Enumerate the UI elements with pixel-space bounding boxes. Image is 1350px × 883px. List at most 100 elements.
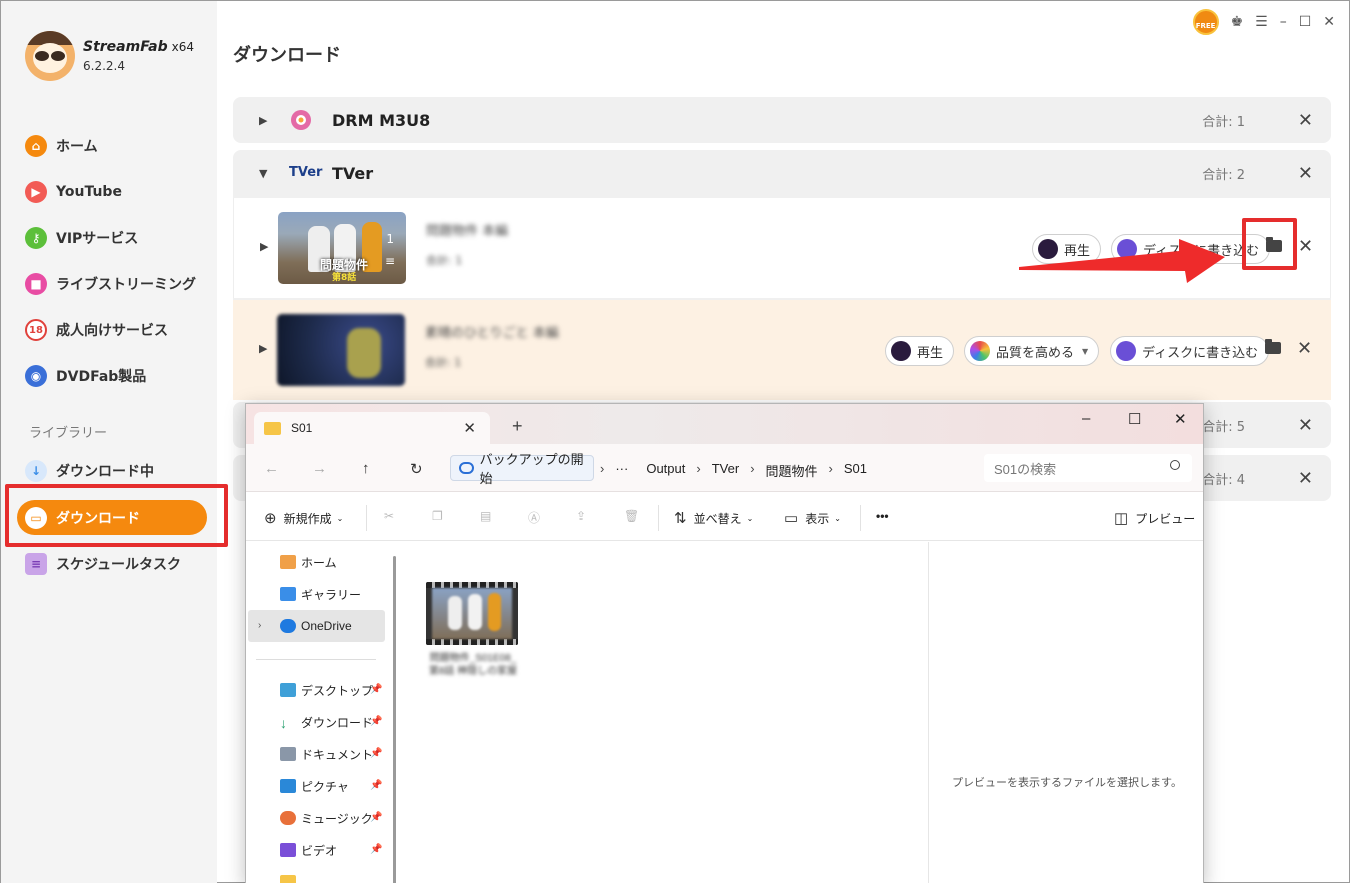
sidebar-item-adult[interactable]: 18 成人向けサービス <box>25 316 168 344</box>
backup-button[interactable]: バックアップの開始 <box>450 452 594 486</box>
search-input[interactable]: S01の検索 <box>984 454 1192 482</box>
remove-item-icon[interactable]: ✕ <box>1298 236 1313 257</box>
breadcrumb-item[interactable]: TVer <box>712 461 739 480</box>
menu-icon[interactable]: ☰ <box>1255 14 1268 30</box>
address-bar: ← → ↑ ↻ バックアップの開始 › ··· Output › TVer › … <box>246 444 1203 492</box>
nav-item-videos[interactable]: ビデオ <box>280 838 337 862</box>
view-icon: ▭ <box>784 510 799 527</box>
refresh-icon[interactable]: ↻ <box>410 460 423 478</box>
more-options-button[interactable]: ••• <box>876 509 889 523</box>
new-tab-icon[interactable]: + <box>512 416 523 437</box>
expand-triangle-icon[interactable]: ▶ <box>259 342 267 355</box>
sidebar-item-label: ライブストリーミング <box>56 277 196 293</box>
download-icon: ↓ <box>280 715 287 731</box>
download-group-drm-m3u8[interactable]: ▶ DRM M3U8 合計: 1 ✕ <box>233 97 1331 143</box>
chevron-down-icon: ⌄ <box>336 513 344 523</box>
play-button[interactable]: 再生 <box>885 336 955 366</box>
explorer-tab[interactable]: S01 ✕ <box>254 412 490 444</box>
skin-icon[interactable]: ♚ <box>1231 14 1244 30</box>
free-gift-icon[interactable]: FREE <box>1192 9 1219 35</box>
burn-disc-button[interactable]: ディスクに書き込む <box>1110 336 1270 366</box>
nav-item-pictures[interactable]: ピクチャ <box>280 774 349 798</box>
episode-count: 1 <box>386 232 394 246</box>
breadcrumb-overflow[interactable]: ··· <box>615 461 628 480</box>
file-name[interactable]: 問題物件_S01E08_第8話 神隠しの家屋 <box>427 652 519 678</box>
video-thumbnail: 問題物件 第8話 1 ≡ <box>278 212 406 284</box>
remove-group-icon[interactable]: ✕ <box>1298 415 1313 436</box>
new-button[interactable]: ⊕ 新規作成 ⌄ <box>264 509 343 527</box>
nav-item-desktop[interactable]: デスクトップ <box>280 678 373 702</box>
minimize-icon[interactable]: – <box>1082 410 1090 427</box>
list-icon: ≡ <box>384 254 395 268</box>
close-window-icon[interactable]: ✕ <box>1174 410 1187 428</box>
forward-arrow-icon[interactable]: → <box>312 460 327 477</box>
sidebar-item-live[interactable]: ■ ライブストリーミング <box>25 270 196 298</box>
desktop-icon <box>280 683 296 697</box>
remove-item-icon[interactable]: ✕ <box>1297 338 1312 359</box>
remove-group-icon[interactable]: ✕ <box>1298 163 1313 184</box>
close-tab-icon[interactable]: ✕ <box>463 419 476 437</box>
expand-triangle-icon[interactable]: ▶ <box>259 114 267 127</box>
minimize-icon[interactable]: – <box>1280 14 1287 30</box>
nav-item-more[interactable] <box>280 870 301 883</box>
play-icon <box>891 341 911 361</box>
pin-icon: 📌 <box>370 716 383 727</box>
video-file-thumbnail[interactable] <box>426 582 518 645</box>
preview-pane-icon: ◫ <box>1114 510 1129 527</box>
nav-item-gallery[interactable]: ギャラリー <box>280 582 361 606</box>
preview-pane-button[interactable]: ◫ プレビュー <box>1114 509 1195 527</box>
breadcrumb-item[interactable]: Output <box>646 461 685 480</box>
onedrive-cloud-icon <box>280 619 296 633</box>
sidebar-item-home[interactable]: ⌂ ホーム <box>25 132 98 160</box>
download-item[interactable]: ▶ 素晴のひとりごと 本編 合計: 1 再生 品質を高める ▼ ディスクに書き込む… <box>233 300 1331 400</box>
up-arrow-icon[interactable]: ↑ <box>362 460 370 477</box>
sidebar-item-vip[interactable]: ⚷ VIPサービス <box>25 224 138 252</box>
copy-icon[interactable]: ❐ <box>432 509 443 523</box>
cut-icon[interactable]: ✂ <box>384 509 394 523</box>
nav-item-onedrive[interactable]: OneDrive <box>280 614 352 638</box>
share-icon[interactable]: ⇪ <box>576 509 586 523</box>
drm-m3u8-icon <box>289 108 313 132</box>
preview-pane: プレビューを表示するファイルを選択します。 <box>928 542 1203 883</box>
view-button[interactable]: ▭ 表示 ⌄ <box>784 509 841 527</box>
app-brand: StreamFab x64 <box>83 39 195 55</box>
sidebar-item-label: YouTube <box>56 184 122 200</box>
nav-item-documents[interactable]: ドキュメント <box>280 742 373 766</box>
remove-group-icon[interactable]: ✕ <box>1298 110 1313 131</box>
search-icon <box>1170 460 1180 470</box>
maximize-icon[interactable]: ☐ <box>1299 14 1312 30</box>
nav-scrollbar[interactable] <box>393 556 396 883</box>
nav-item-home[interactable]: ホーム <box>280 550 337 574</box>
collapse-triangle-icon[interactable]: ▼ <box>259 167 267 180</box>
item-subtitle: 合計: 1 <box>425 356 462 369</box>
nav-item-downloads[interactable]: ↓ ダウンロード <box>280 710 373 734</box>
chevron-right-icon[interactable]: › <box>258 620 261 631</box>
explorer-tabbar: S01 ✕ + – ☐ ✕ <box>246 404 1203 444</box>
folder-icon <box>280 875 296 883</box>
sidebar-item-downloading[interactable]: ↓ ダウンロード中 <box>25 457 154 485</box>
back-arrow-icon[interactable]: ← <box>264 460 279 477</box>
sidebar-item-dvdfab[interactable]: ◉ DVDFab製品 <box>25 362 146 390</box>
schedule-icon: ≡ <box>25 553 47 575</box>
remove-group-icon[interactable]: ✕ <box>1298 468 1313 489</box>
expand-triangle-icon[interactable]: ▶ <box>260 240 268 253</box>
breadcrumb-item[interactable]: S01 <box>844 461 867 480</box>
nav-item-music[interactable]: ミュージック <box>280 806 373 830</box>
sort-button[interactable]: ⇅ 並べ替え ⌄ <box>674 509 753 527</box>
close-icon[interactable]: ✕ <box>1323 14 1335 30</box>
delete-icon[interactable]: 🗑 <box>624 509 639 523</box>
highlight-box <box>1242 218 1297 270</box>
document-icon <box>280 747 296 761</box>
pin-icon: 📌 <box>370 684 383 695</box>
breadcrumb-item[interactable]: 問題物件 <box>766 461 818 480</box>
open-folder-icon[interactable] <box>1265 339 1281 354</box>
enhance-quality-button[interactable]: 品質を高める ▼ <box>964 336 1100 366</box>
sidebar-item-schedule[interactable]: ≡ スケジュールタスク <box>25 550 181 578</box>
sidebar-item-youtube[interactable]: ▶ YouTube <box>25 178 122 206</box>
sidebar-item-label: VIPサービス <box>56 231 139 247</box>
pin-icon: 📌 <box>370 748 383 759</box>
maximize-icon[interactable]: ☐ <box>1128 410 1141 428</box>
paste-icon[interactable]: ▤ <box>480 509 491 523</box>
chevron-down-icon: ⌄ <box>746 513 754 523</box>
rename-icon[interactable]: Ⓐ <box>528 509 540 526</box>
